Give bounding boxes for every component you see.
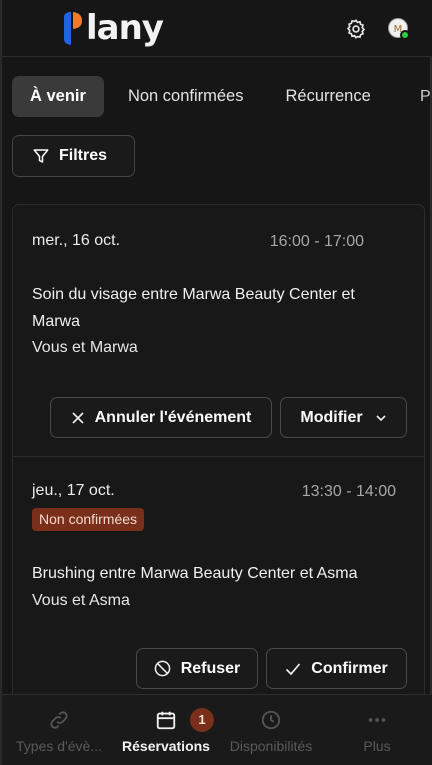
online-status-dot	[400, 30, 410, 40]
booking-time: 16:00 - 17:00	[269, 233, 364, 250]
nav-event-types[interactable]: Types d'évè...	[5, 695, 113, 765]
check-icon	[286, 662, 301, 675]
booking-date: jeu., 17 oct.	[32, 482, 115, 499]
booking-date: mer., 16 oct.	[32, 232, 121, 249]
link-icon	[50, 711, 68, 729]
tab-overflow[interactable]: P	[420, 76, 431, 117]
notification-badge: 1	[190, 708, 214, 732]
refuse-label: Refuser	[180, 659, 241, 677]
booking-time: 13:30 - 14:00	[301, 483, 396, 500]
booking-participants: Vous et Asma	[32, 592, 130, 609]
booking-title: Soin du visage entre Marwa Beauty Center…	[32, 286, 355, 330]
tab-recurrence[interactable]: Récurrence	[268, 76, 389, 117]
app-frame: lany M À venir Non confirmées Récurrence…	[0, 0, 432, 765]
nav-reservations-label: Réservations	[122, 738, 210, 754]
confirm-label: Confirmer	[311, 659, 388, 677]
filters-button[interactable]: Filtres	[12, 135, 135, 177]
bottom-navigation: Types d'évè... Réservations 1 Disponibil…	[2, 694, 432, 765]
chevron-down-icon	[376, 414, 386, 421]
top-header: lany M	[2, 0, 432, 57]
nav-availability-label: Disponibilités	[229, 738, 313, 754]
logo-mark-icon	[64, 12, 82, 45]
user-avatar[interactable]: M	[388, 18, 410, 40]
more-dots-icon	[368, 718, 386, 722]
booking-title: Brushing entre Marwa Beauty Center et As…	[32, 565, 358, 582]
booking-tabs: À venir Non confirmées Récurrence	[12, 76, 395, 117]
nav-more-label: Plus	[363, 738, 391, 754]
nav-event-types-label: Types d'évè...	[16, 738, 102, 754]
plany-logo[interactable]: lany	[60, 8, 164, 48]
modify-label: Modifier	[300, 408, 363, 426]
cancel-event-button[interactable]: Annuler l'événement	[50, 397, 272, 438]
booking-list: mer., 16 oct. 16:00 - 17:00 Soin du visa…	[12, 204, 425, 694]
tab-unconfirmed[interactable]: Non confirmées	[110, 76, 262, 117]
clock-icon	[261, 710, 281, 730]
gear-icon[interactable]	[345, 18, 367, 40]
close-icon	[72, 411, 84, 424]
refuse-button[interactable]: Refuser	[136, 648, 258, 689]
tab-upcoming[interactable]: À venir	[12, 76, 104, 117]
booking-card: jeu., 17 oct. 13:30 - 14:00 Non confirmé…	[13, 457, 424, 694]
status-badge: Non confirmées	[32, 508, 145, 531]
logo-text: lany	[86, 8, 164, 48]
nav-availability[interactable]: Disponibilités	[217, 695, 325, 765]
filter-icon	[33, 149, 49, 163]
booking-participants: Vous et Marwa	[32, 339, 138, 356]
nav-more[interactable]: Plus	[323, 695, 431, 765]
filters-label: Filtres	[59, 147, 108, 164]
confirm-button[interactable]: Confirmer	[266, 648, 407, 689]
cancel-event-label: Annuler l'événement	[94, 408, 252, 426]
calendar-icon	[156, 711, 176, 730]
booking-card: mer., 16 oct. 16:00 - 17:00 Soin du visa…	[13, 205, 424, 457]
modify-button[interactable]: Modifier	[280, 397, 407, 438]
ban-icon	[154, 660, 171, 677]
